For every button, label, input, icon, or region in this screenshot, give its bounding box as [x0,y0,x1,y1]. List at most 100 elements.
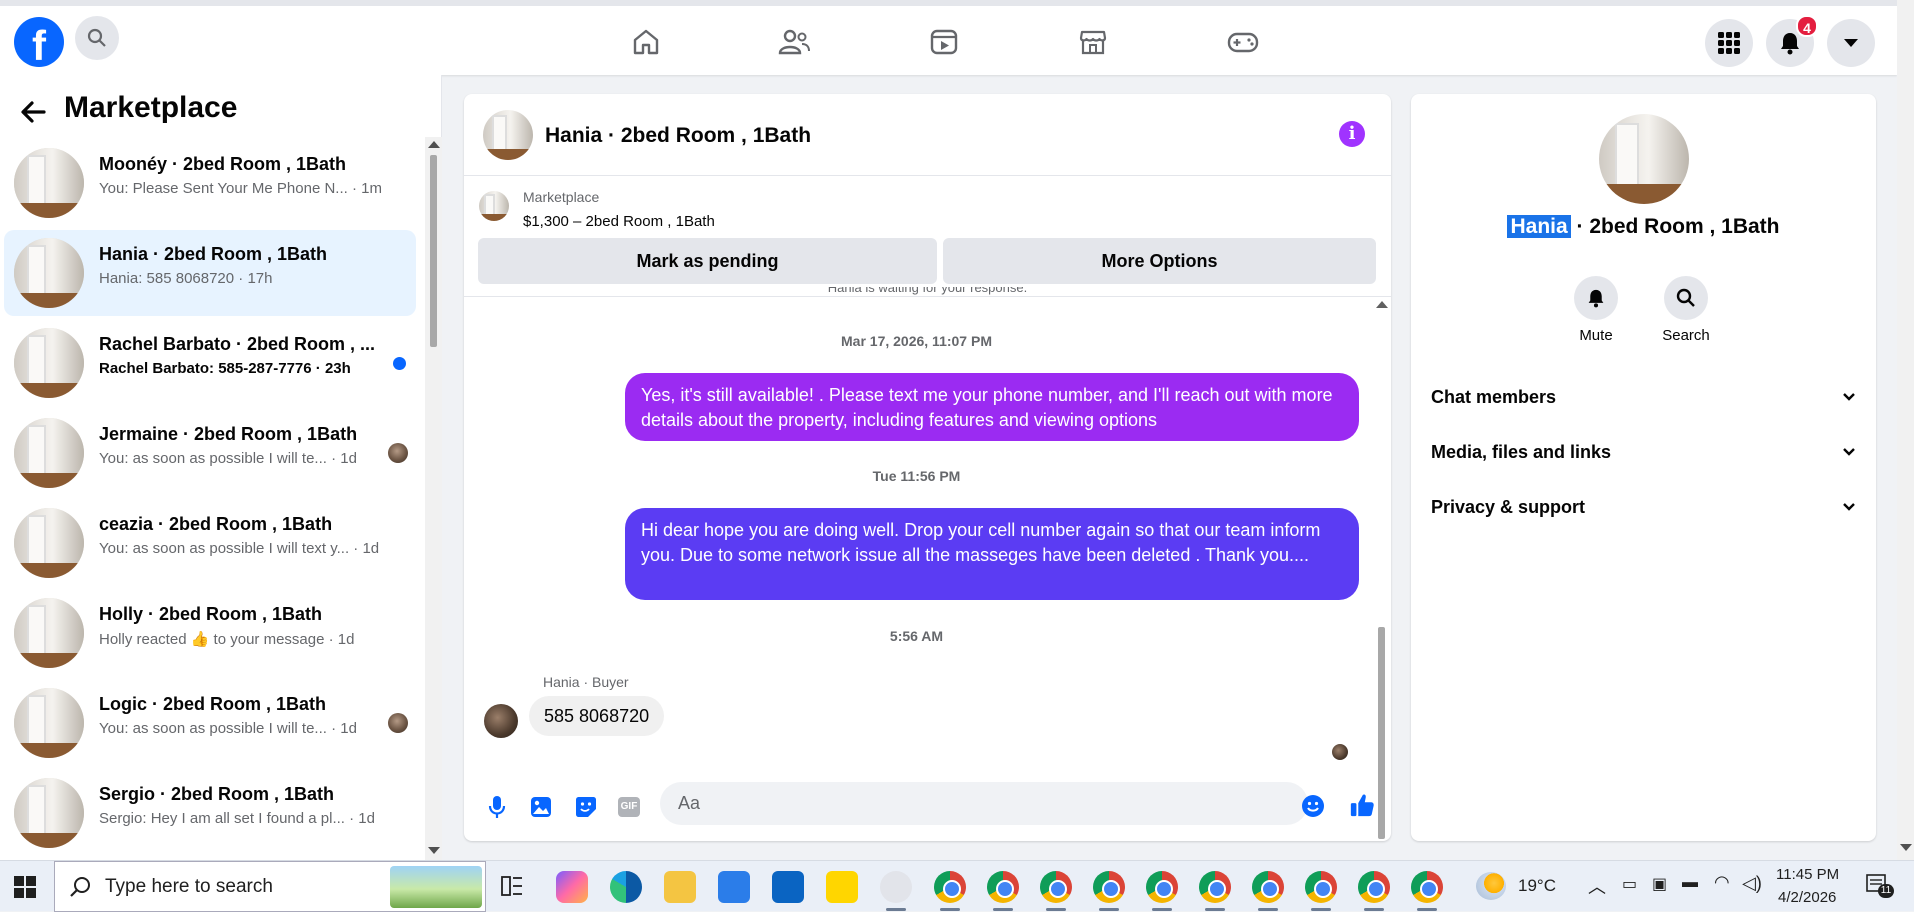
conversation-preview: You: Please Sent Your Me Phone N... · 1m [99,180,382,197]
listing-thumbnail[interactable] [479,191,509,221]
battery-icon[interactable]: ▬ [1682,874,1698,892]
bell-icon [1588,289,1604,308]
sticker-button[interactable] [573,794,599,820]
chrome-taskbar-icon[interactable] [1146,871,1178,903]
weather-icon[interactable] [1476,872,1506,900]
chrome-taskbar-icon[interactable] [1252,871,1284,903]
conversation-name: Sergio · 2bed Room , 1Bath [99,784,335,804]
back-arrow-icon[interactable] [16,95,50,129]
chrome-taskbar-icon[interactable] [1411,871,1443,903]
voice-clip-button[interactable] [484,794,510,820]
chrome-taskbar-icon[interactable] [1305,871,1337,903]
meet-now-icon[interactable]: ▣ [1652,874,1667,894]
taskbar-search-box[interactable]: Type here to search [54,861,486,912]
chat-avatar[interactable] [483,110,533,160]
chat-scroll-up[interactable] [1376,301,1388,308]
notification-center-button[interactable]: 11 [1866,874,1894,898]
conversation-item[interactable]: Hania · 2bed Room , 1Bath Hania: 585 8068… [4,230,416,316]
chrome-taskbar-icon[interactable] [1199,871,1231,903]
chat-scrollbar[interactable] [1373,297,1390,839]
copilot-taskbar-icon[interactable] [556,871,588,903]
buyer-avatar[interactable] [484,704,518,738]
page-scroll-down[interactable] [1900,844,1912,851]
listing-avatar [14,598,84,668]
conversation-item[interactable]: Holly · 2bed Room , 1Bath Holly reacted 👍… [4,590,416,676]
weather-temperature[interactable]: 19°C [1518,876,1556,896]
message-timestamp: Mar 17, 2026, 11:07 PM [841,333,992,349]
mute-action[interactable]: Mute [1551,276,1641,344]
conversation-name: ceazia · 2bed Room , 1Bath [99,514,333,534]
more-options-button[interactable]: More Options [943,238,1376,284]
listing-source: Marketplace [523,189,600,205]
paint-taskbar-icon[interactable] [880,871,912,903]
details-avatar[interactable] [1599,114,1689,204]
search-button[interactable] [75,16,119,60]
volume-icon[interactable]: ◁) [1742,873,1762,894]
listing-avatar [14,508,84,578]
tray-overflow-chevron-icon[interactable]: ︿ [1588,873,1606,899]
conversation-item[interactable]: ceazia · 2bed Room , 1Bath You: as soon a… [4,500,416,586]
clock-time[interactable]: 11:45 PM [1776,866,1839,883]
mark-as-pending-button[interactable]: Mark as pending [478,238,937,284]
page-scrollbar[interactable] [1897,0,1914,860]
conversation-item[interactable]: Moonéy · 2bed Room , 1Bath You: Please Se… [4,140,416,226]
sidebar-scrollbar[interactable] [425,137,442,860]
camera-icon[interactable]: ▭ [1622,874,1637,894]
sidebar-scroll-down[interactable] [428,847,440,854]
conversation-item[interactable]: Rachel Barbato · 2bed Room , ... Rachel B… [4,320,416,406]
conversation-name: Moonéy · 2bed Room , 1Bath [99,154,347,174]
listing-avatar [14,328,84,398]
gaming-icon [1227,32,1259,53]
attach-photo-button[interactable] [528,794,554,820]
nav-friends[interactable] [772,20,816,64]
sticky-notes-taskbar-icon[interactable] [826,871,858,903]
sidebar-scroll-up[interactable] [428,141,440,148]
sidebar-scroll-thumb[interactable] [430,155,437,347]
listing-price-title[interactable]: $1,300 – 2bed Room , 1Bath [523,213,715,230]
gif-button[interactable]: GIF [616,794,642,820]
task-view-button[interactable] [500,874,524,903]
like-button[interactable] [1349,792,1375,818]
details-title-name[interactable]: Hania [1507,215,1571,238]
notifications-button[interactable]: 4 [1766,15,1818,67]
edge-taskbar-icon[interactable] [610,871,642,903]
facebook-logo[interactable]: f [14,17,64,67]
chat-title[interactable]: Hania · 2bed Room , 1Bath [545,124,811,148]
search-action[interactable]: Search [1641,276,1731,344]
chrome-taskbar-icon[interactable] [934,871,966,903]
nav-home[interactable] [624,20,668,64]
nav-marketplace[interactable] [1071,20,1115,64]
smiley-icon [1302,795,1324,817]
wifi-icon[interactable]: ◠ [1714,872,1730,893]
chrome-taskbar-icon[interactable] [1358,871,1390,903]
conversation-item[interactable]: Logic · 2bed Room , 1Bath You: as soon as… [4,680,416,766]
nav-gaming[interactable] [1221,20,1265,64]
received-message-bubble[interactable]: 585 8068720 [529,696,665,736]
mute-button[interactable] [1574,276,1618,320]
chat-members-section[interactable]: Chat members [1431,375,1856,419]
message-input[interactable] [660,782,1308,825]
conversation-item[interactable]: Sergio · 2bed Room , 1Bath Sergio: Hey I … [4,770,416,856]
media-files-links-section[interactable]: Media, files and links [1431,430,1856,474]
listing-avatar [14,688,84,758]
conversation-item[interactable]: Jermaine · 2bed Room , 1Bath You: as soon… [4,410,416,496]
search-in-conversation-button[interactable] [1664,276,1708,320]
account-button[interactable] [1827,19,1875,67]
emoji-button[interactable] [1300,793,1326,819]
sent-message-bubble[interactable]: Hi dear hope you are doing well. Drop yo… [625,508,1359,600]
chrome-taskbar-icon[interactable] [1040,871,1072,903]
clock-date[interactable]: 4/2/2026 [1778,889,1836,906]
start-button[interactable] [14,876,36,903]
info-icon[interactable]: i [1339,121,1365,147]
message-timestamp: 5:56 AM [889,628,944,644]
outlook-taskbar-icon[interactable] [772,871,804,903]
file-explorer-taskbar-icon[interactable] [664,871,696,903]
privacy-support-section[interactable]: Privacy & support [1431,485,1856,529]
menu-button[interactable] [1705,19,1753,67]
store-taskbar-icon[interactable] [718,871,750,903]
sent-message-bubble[interactable]: Yes, it's still available! . Please text… [625,373,1359,441]
nav-video[interactable] [922,20,966,64]
chrome-taskbar-icon[interactable] [1093,871,1125,903]
chrome-taskbar-icon[interactable] [987,871,1019,903]
sidebar-title: Marketplace [64,91,238,124]
